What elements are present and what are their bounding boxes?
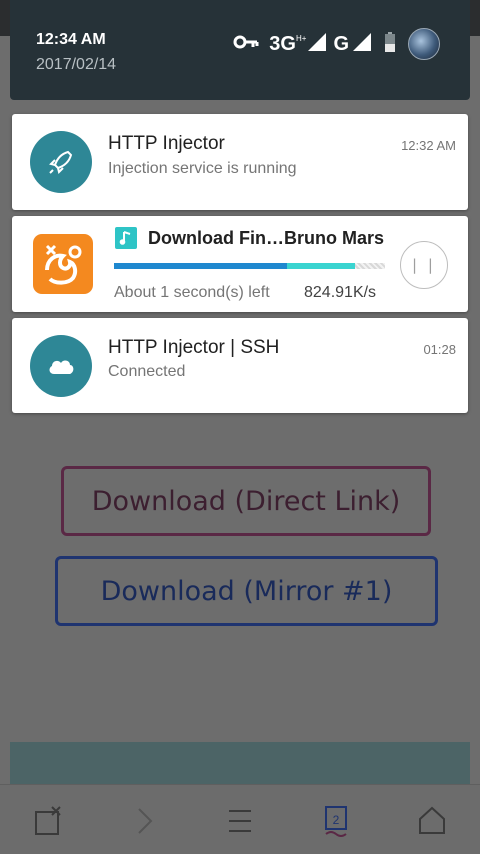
background-banner <box>10 742 470 784</box>
signal-icon <box>352 32 372 57</box>
download-title: Download Fin…Bruno Mars <box>148 228 384 248</box>
network-3g-label: 3G <box>269 32 296 55</box>
avatar[interactable] <box>408 28 440 60</box>
home-icon[interactable] <box>414 803 450 839</box>
close-window-icon[interactable] <box>30 803 66 839</box>
notification-shade-header: 12:34 AM 2017/02/14 3GH+ G <box>10 0 470 100</box>
notification-http-injector-ssh[interactable]: HTTP Injector | SSH Connected 01:28 <box>12 318 468 413</box>
network-3g: 3GH+ <box>269 33 306 56</box>
rocket-icon <box>30 131 92 193</box>
menu-icon[interactable] <box>222 803 258 839</box>
pause-button[interactable]: | | <box>400 241 448 289</box>
forward-icon[interactable] <box>126 803 162 839</box>
battery-icon <box>384 31 396 58</box>
download-progress-bar <box>114 263 385 269</box>
status-icons: 3GH+ G <box>233 28 440 60</box>
notification-http-injector[interactable]: HTTP Injector Injection service is runni… <box>12 114 468 210</box>
download-direct-button[interactable]: Download (Direct Link) <box>61 466 431 536</box>
network-3g-super: H+ <box>295 34 307 44</box>
status-date: 2017/02/14 <box>36 56 117 73</box>
download-mirror-button[interactable]: Download (Mirror #1) <box>55 556 438 626</box>
download-time-left: About 1 second(s) left <box>114 284 270 301</box>
notification-title: HTTP Injector <box>108 133 225 154</box>
status-time: 12:34 AM <box>36 31 106 48</box>
vpn-key-icon <box>233 34 259 55</box>
music-note-icon <box>115 227 137 249</box>
notification-subtitle: Connected <box>108 363 186 380</box>
cloud-icon <box>30 335 92 397</box>
pause-icon: | | <box>412 256 436 274</box>
network-g-label: G <box>333 32 349 55</box>
notification-time: 12:32 AM <box>401 138 456 153</box>
tabs-icon[interactable]: 2 <box>318 803 354 839</box>
notification-title: HTTP Injector | SSH <box>108 337 280 358</box>
notification-time: 01:28 <box>423 342 456 357</box>
download-progress-fill <box>114 263 288 269</box>
notification-subtitle: Injection service is running <box>108 160 297 177</box>
tabs-count: 2 <box>333 813 340 827</box>
notification-download[interactable]: Download Fin…Bruno Mars About 1 second(s… <box>12 216 468 312</box>
uc-browser-icon <box>33 234 93 294</box>
browser-bottom-bar: 2 <box>0 784 480 854</box>
download-speed: 824.91K/s <box>304 284 377 301</box>
signal-icon <box>307 32 327 57</box>
